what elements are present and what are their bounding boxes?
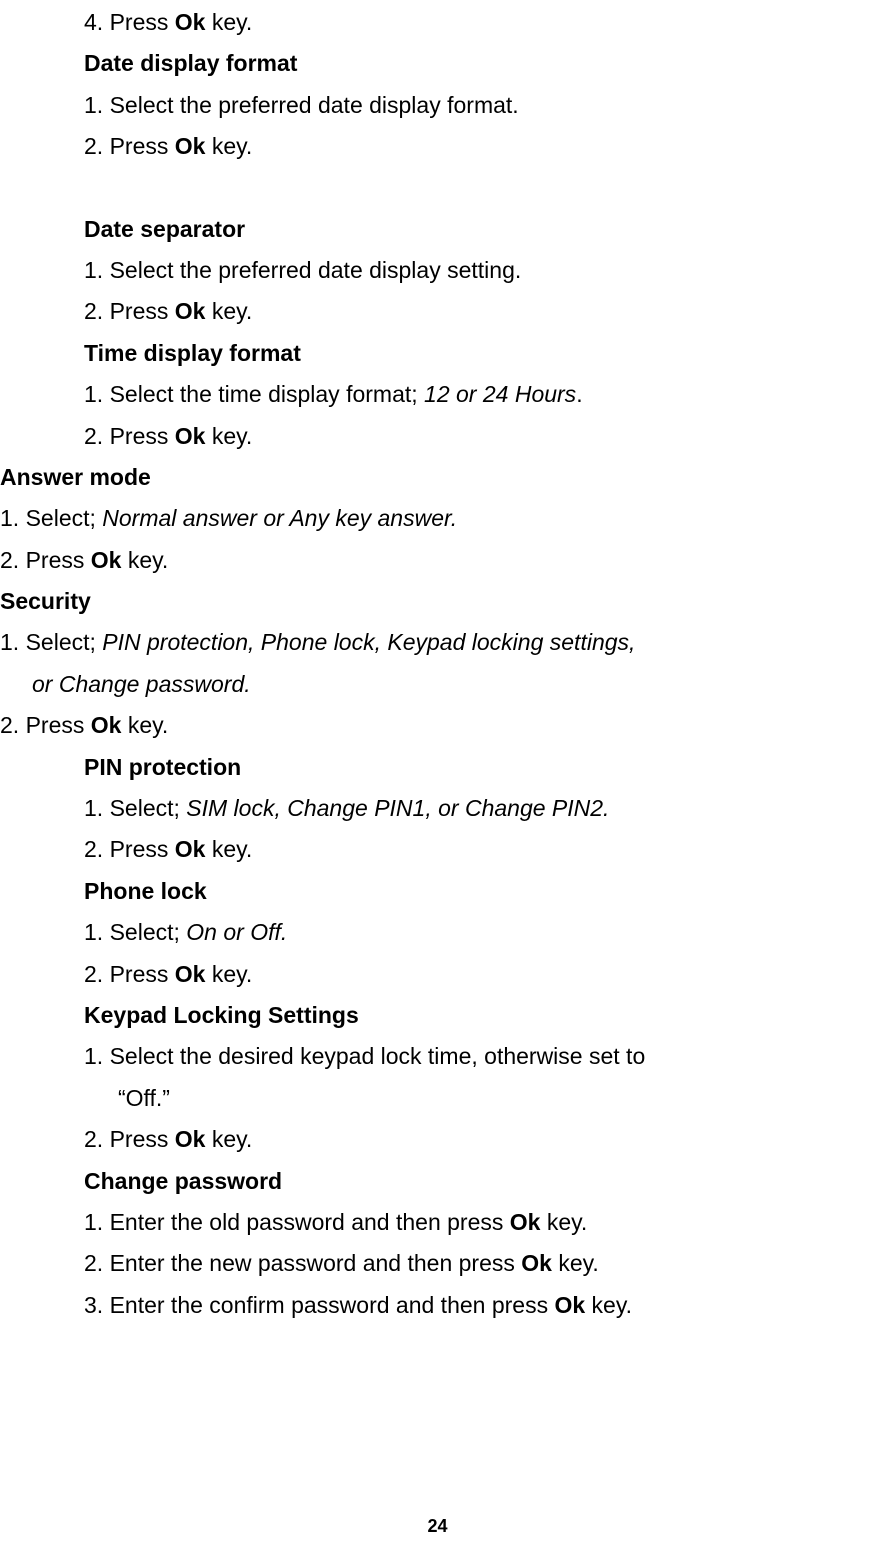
text-segment: 2. Press	[84, 961, 175, 987]
text-segment: key.	[205, 9, 252, 35]
text-segment: On or Off.	[186, 919, 287, 945]
text-line: 2. Press Ok key.	[0, 540, 875, 581]
text-line: 2. Press Ok key.	[0, 705, 875, 746]
text-segment: Ok	[554, 1292, 585, 1318]
text-segment: key.	[205, 298, 252, 324]
text-line: Date display format	[0, 43, 875, 84]
text-segment: key.	[552, 1250, 599, 1276]
text-segment: Ok	[175, 423, 206, 449]
text-segment: Date display format	[84, 50, 297, 76]
text-line: Time display format	[0, 333, 875, 374]
text-segment: or Change password.	[32, 671, 251, 697]
text-segment: 1. Select;	[84, 795, 186, 821]
text-segment: key.	[121, 547, 168, 573]
text-segment: Security	[0, 588, 91, 614]
text-segment: 12 or 24 Hours	[424, 381, 576, 407]
text-line: 2. Press Ok key.	[0, 954, 875, 995]
page-number: 24	[0, 1510, 875, 1542]
text-segment: Normal answer or Any key answer.	[102, 505, 457, 531]
text-segment: key.	[540, 1209, 587, 1235]
document-content: 4. Press Ok key. Date display format 1. Se…	[0, 0, 875, 1326]
text-segment: PIN protection	[84, 754, 241, 780]
text-segment: key.	[121, 712, 168, 738]
text-line: or Change password.	[0, 664, 875, 705]
text-line: 1. Select; SIM lock, Change PIN1, or Cha…	[0, 788, 875, 829]
text-segment: 2. Enter the new password and then press	[84, 1250, 521, 1276]
text-segment: 2. Press	[0, 712, 91, 738]
text-segment: 2. Press	[84, 133, 175, 159]
text-segment: 1. Select the preferred date display for…	[84, 92, 519, 118]
text-segment: 2. Press	[84, 836, 175, 862]
text-line: 3. Enter the confirm password and then p…	[0, 1285, 875, 1326]
text-line: Keypad Locking Settings	[0, 995, 875, 1036]
text-line: Security	[0, 581, 875, 622]
text-line: 2. Press Ok key.	[0, 829, 875, 870]
text-segment: .	[576, 381, 582, 407]
text-line: Date separator	[0, 209, 875, 250]
text-segment: Ok	[91, 712, 122, 738]
text-segment: SIM lock, Change PIN1, or Change PIN2.	[186, 795, 609, 821]
text-line: 2. Enter the new password and then press…	[0, 1243, 875, 1284]
text-line: 2. Press Ok key.	[0, 291, 875, 332]
text-segment: key.	[205, 961, 252, 987]
text-line: 1. Select; PIN protection, Phone lock, K…	[0, 622, 875, 663]
text-segment: key.	[205, 836, 252, 862]
text-segment: Ok	[521, 1250, 552, 1276]
text-line: 1. Enter the old password and then press…	[0, 1202, 875, 1243]
text-line: 2. Press Ok key.	[0, 126, 875, 167]
text-segment: PIN protection, Phone lock, Keypad locki…	[102, 629, 635, 655]
blank-line	[0, 168, 875, 209]
text-line: 2. Press Ok key.	[0, 416, 875, 457]
text-segment: 2. Press	[84, 1126, 175, 1152]
text-segment: 3. Enter the confirm password and then p…	[84, 1292, 554, 1318]
text-line: 1. Select the time display format; 12 or…	[0, 374, 875, 415]
text-segment: Ok	[175, 298, 206, 324]
text-segment: Answer mode	[0, 464, 151, 490]
text-line: 4. Press Ok key.	[0, 2, 875, 43]
text-segment: Ok	[175, 836, 206, 862]
text-segment: Ok	[175, 961, 206, 987]
text-line: Phone lock	[0, 871, 875, 912]
text-line: “Off.”	[0, 1078, 875, 1119]
text-segment: 1. Select;	[0, 629, 102, 655]
text-segment: Ok	[91, 547, 122, 573]
text-segment: key.	[205, 1126, 252, 1152]
text-segment: key.	[205, 133, 252, 159]
text-segment: key.	[205, 423, 252, 449]
text-segment: 2. Press	[84, 298, 175, 324]
text-line: 1. Select; Normal answer or Any key answ…	[0, 498, 875, 539]
text-segment: Change password	[84, 1168, 282, 1194]
text-segment: 1. Enter the old password and then press	[84, 1209, 510, 1235]
text-segment: Ok	[175, 133, 206, 159]
text-segment: 1. Select the time display format;	[84, 381, 424, 407]
text-segment: 4. Press	[84, 9, 175, 35]
text-segment: “Off.”	[118, 1085, 170, 1111]
text-line: Answer mode	[0, 457, 875, 498]
text-line: 1. Select; On or Off.	[0, 912, 875, 953]
text-segment: key.	[585, 1292, 632, 1318]
text-segment: 1. Select;	[0, 505, 102, 531]
text-segment: 1. Select the preferred date display set…	[84, 257, 521, 283]
text-segment: 2. Press	[0, 547, 91, 573]
text-segment: Time display format	[84, 340, 301, 366]
text-segment: Ok	[175, 9, 206, 35]
text-segment: Ok	[175, 1126, 206, 1152]
text-line: 1. Select the preferred date display for…	[0, 85, 875, 126]
text-line: 1. Select the desired keypad lock time, …	[0, 1036, 875, 1077]
text-line: 2. Press Ok key.	[0, 1119, 875, 1160]
text-segment: 2. Press	[84, 423, 175, 449]
text-segment: 1. Select the desired keypad lock time, …	[84, 1043, 645, 1069]
text-segment: Keypad Locking Settings	[84, 1002, 359, 1028]
text-segment: 1. Select;	[84, 919, 186, 945]
text-line: Change password	[0, 1161, 875, 1202]
text-segment: Phone lock	[84, 878, 207, 904]
text-segment: Date separator	[84, 216, 245, 242]
text-segment: Ok	[510, 1209, 541, 1235]
text-line: PIN protection	[0, 747, 875, 788]
text-line: 1. Select the preferred date display set…	[0, 250, 875, 291]
